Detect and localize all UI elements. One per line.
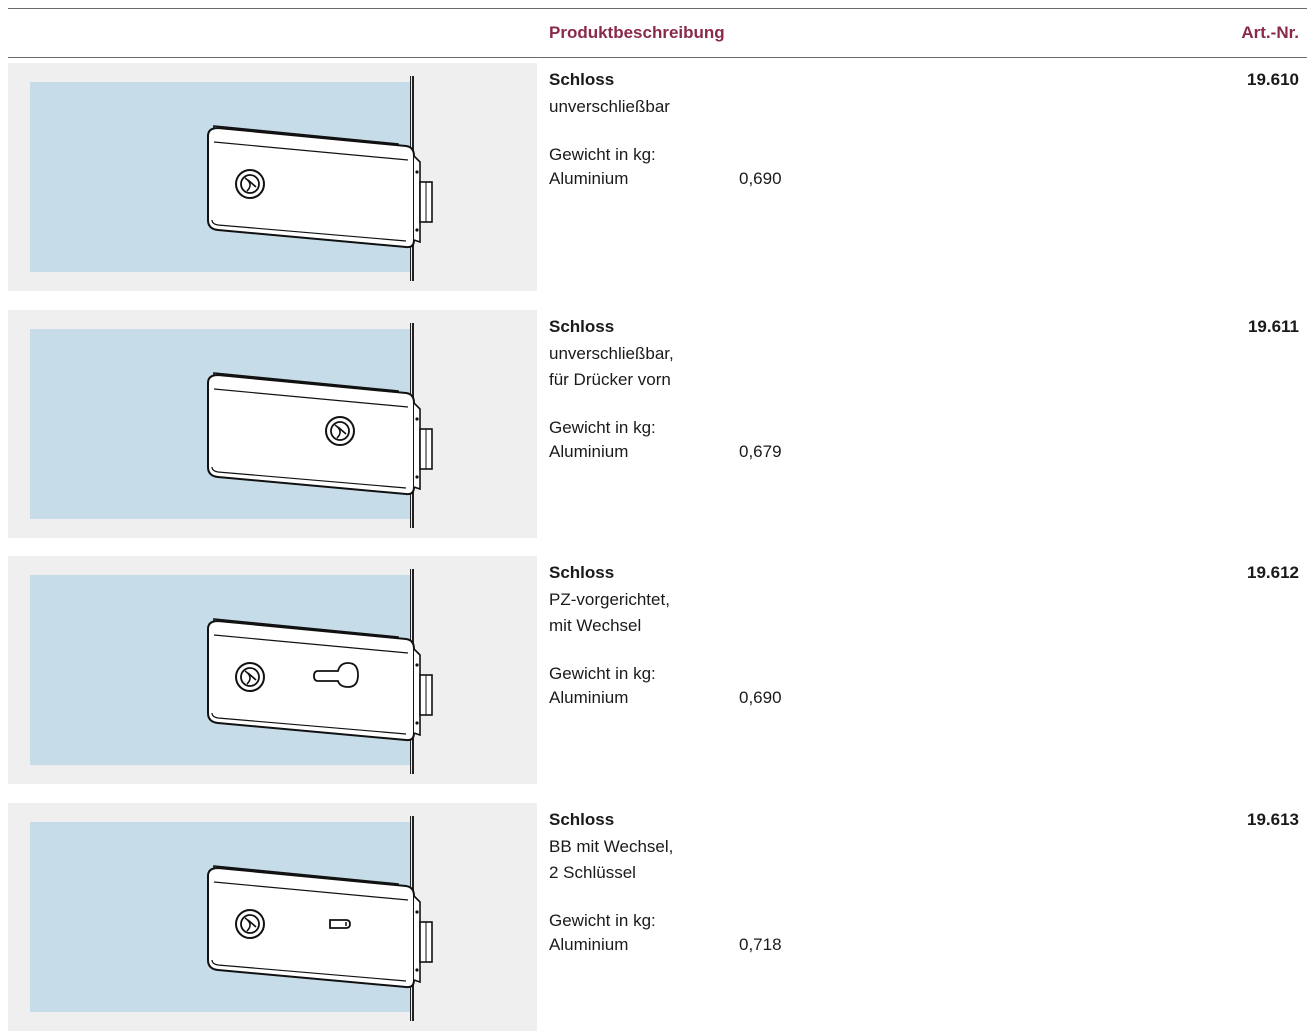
weight-label: Gewicht in kg: [549,664,656,683]
weight-label: Gewicht in kg: [549,145,656,164]
header-rule [8,57,1307,58]
column-header-article-number: Art.-Nr. [1241,23,1299,42]
product-row: Schloss BB mit Wechsel, 2 Schlüssel Gewic… [0,800,1315,1032]
product-image-panel [8,63,537,291]
glass-pane [30,76,433,281]
product-name: Schloss [549,563,615,582]
thumb-turn-icon [325,416,355,446]
material-label: Aluminium [549,442,629,461]
product-image-panel [8,556,537,784]
article-number: 19.612 [1247,563,1299,582]
weight-value: 0,679 [739,442,782,461]
product-description: unverschließbar, für Drücker vorn [549,341,674,393]
glass-pane [30,323,433,528]
product-row: Schloss PZ-vorgerichtet, mit Wechsel Gewi… [0,553,1315,785]
product-image-panel [8,310,537,538]
product-description-line: für Drücker vorn [549,370,671,389]
product-description-line: PZ-vorgerichtet, [549,590,670,609]
product-description: unverschließbar [549,94,670,120]
product-name: Schloss [549,317,615,336]
article-number: 19.610 [1247,70,1299,89]
bit-key-icon [329,919,351,929]
weight-value: 0,690 [739,688,782,707]
product-name: Schloss [549,70,615,89]
product-row: Schloss unverschließbar, für Drücker vorn… [0,307,1315,539]
article-number: 19.611 [1247,317,1299,336]
product-name: Schloss [549,810,615,829]
product-description: BB mit Wechsel, 2 Schlüssel [549,834,673,886]
product-description: PZ-vorgerichtet, mit Wechsel [549,587,670,639]
product-description-line: unverschließbar, [549,344,674,363]
article-number: 19.613 [1247,810,1299,829]
weight-value: 0,690 [739,169,782,188]
product-description-line: 2 Schlüssel [549,863,636,882]
product-row: Schloss unverschließbar Gewicht in kg: A… [0,60,1315,292]
thumb-turn-icon [235,169,265,199]
glass-pane [30,569,433,774]
product-description-line: BB mit Wechsel, [549,837,674,856]
glass-pane [30,816,433,1021]
column-header-description: Produktbeschreibung [549,23,725,42]
product-image-panel [8,803,537,1031]
material-label: Aluminium [549,935,629,954]
thumb-turn-icon [235,662,265,692]
product-description-line: mit Wechsel [549,616,642,635]
thumb-turn-icon [235,909,265,939]
product-description-line: unverschließbar [549,97,670,116]
material-label: Aluminium [549,169,629,188]
material-label: Aluminium [549,688,629,707]
weight-label: Gewicht in kg: [549,418,656,437]
top-rule [8,8,1307,9]
weight-value: 0,718 [739,935,782,954]
weight-label: Gewicht in kg: [549,911,656,930]
